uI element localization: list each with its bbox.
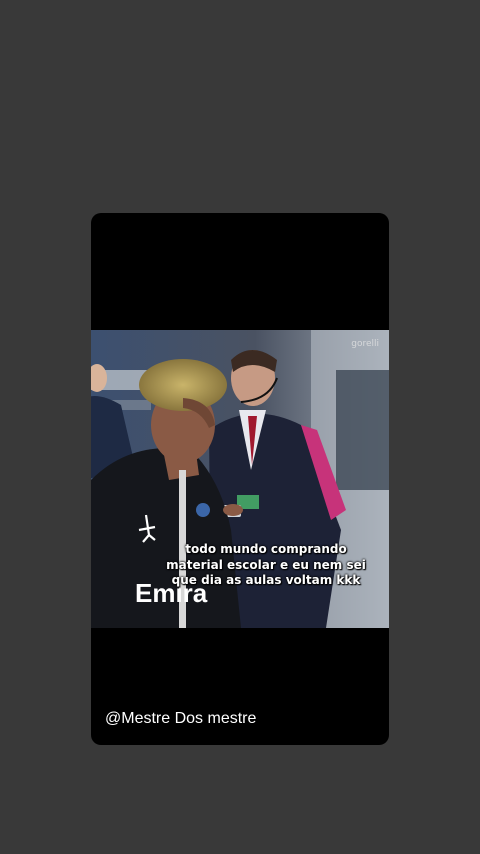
story-username[interactable]: @Mestre Dos mestre bbox=[105, 710, 256, 728]
video-frame[interactable]: Emira gorelli todo mundo comprando mater… bbox=[91, 330, 389, 628]
story-screen: Emira gorelli todo mundo comprando mater… bbox=[0, 0, 480, 854]
video-caption: todo mundo comprando material escolar e … bbox=[166, 542, 366, 587]
story-card[interactable]: Emira gorelli todo mundo comprando mater… bbox=[91, 213, 389, 745]
video-watermark: gorelli bbox=[351, 339, 379, 349]
